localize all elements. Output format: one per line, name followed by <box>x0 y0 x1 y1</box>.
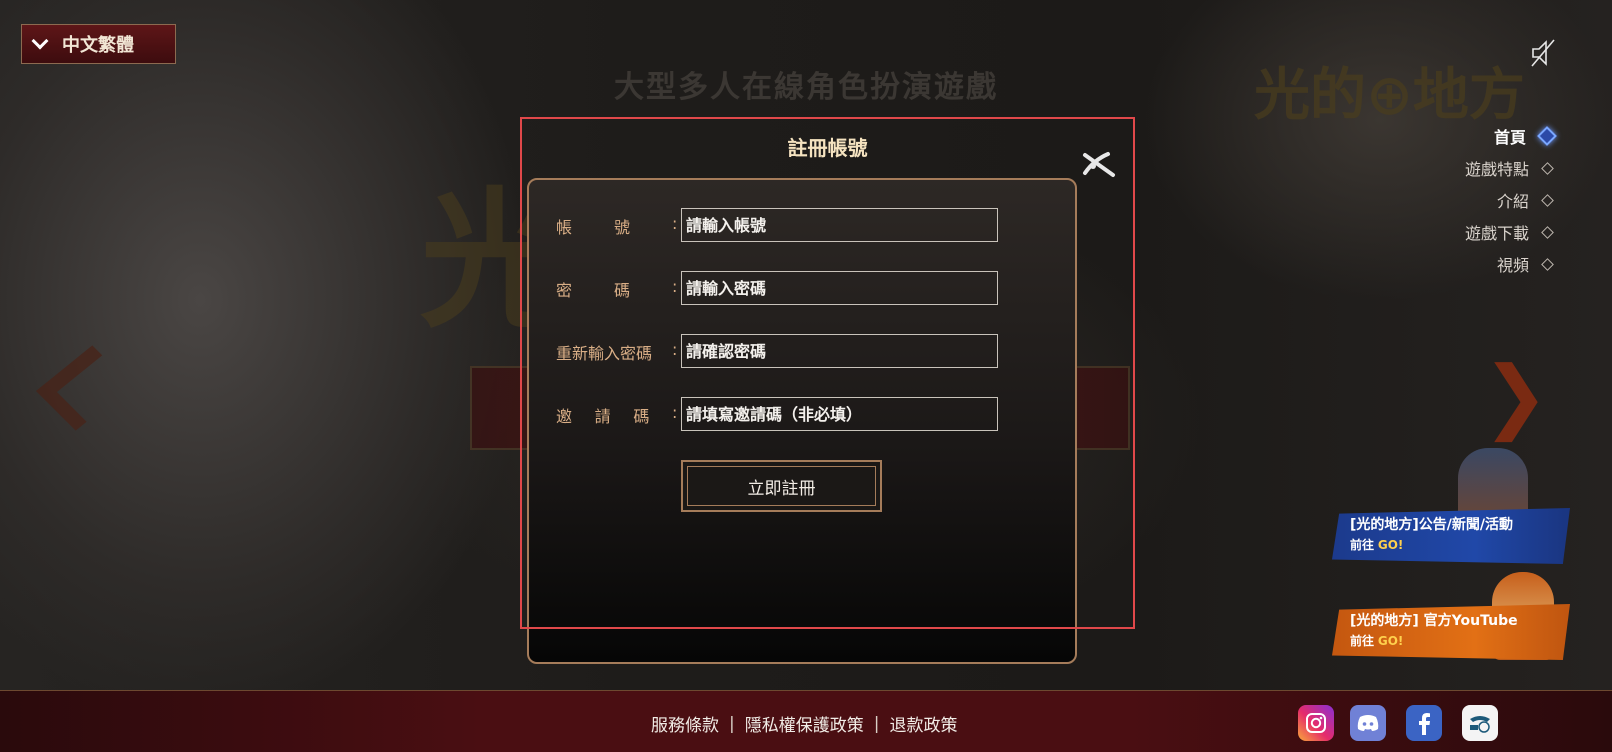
nav-item-label: 遊戲下載 <box>1464 224 1529 243</box>
nav-item-intro[interactable]: 介紹 <box>1396 184 1556 216</box>
nav-item-download[interactable]: 遊戲下載 <box>1396 216 1556 248</box>
footer-separator: | <box>729 713 735 734</box>
nav-item-label: 視頻 <box>1496 256 1529 275</box>
terms-of-service-link[interactable]: 服務條款 <box>651 711 719 736</box>
background-logo-small: 光的⊕地方 <box>1254 63 1525 128</box>
close-icon[interactable] <box>1082 150 1116 178</box>
promo-go-prefix: 前往 <box>1350 538 1375 552</box>
facebook-icon[interactable] <box>1406 705 1442 741</box>
diamond-indicator-icon <box>1541 193 1554 207</box>
diamond-indicator-icon <box>1541 257 1554 271</box>
promo-go-label: GO! <box>1377 634 1404 648</box>
nav-item-label: 首頁 <box>1493 128 1526 147</box>
footer-separator: | <box>873 713 880 734</box>
promo-title: [光的地方]公告/新聞/活動 <box>1350 517 1514 533</box>
promo-go-prefix: 前往 <box>1350 634 1375 648</box>
privacy-policy-link[interactable]: 隱私權保護政策 <box>745 711 864 736</box>
nav-item-label: 遊戲特點 <box>1464 160 1529 179</box>
promo-subtitle: 前往 GO! <box>1350 632 1570 649</box>
promo-go-label: GO! <box>1377 538 1404 552</box>
discord-icon[interactable] <box>1350 705 1386 741</box>
chevron-down-icon <box>31 32 49 50</box>
footer: 服務條款 | 隱私權保護政策 | 退款政策 <box>0 690 1612 752</box>
footer-links: 服務條款 | 隱私權保護政策 | 退款政策 <box>651 711 957 737</box>
nav-item-home[interactable]: 首頁 <box>1396 120 1557 152</box>
promo-subtitle: 前往 GO! <box>1350 536 1570 553</box>
instagram-icon[interactable] <box>1298 705 1334 741</box>
modal-title: 註冊帳號 <box>787 136 868 160</box>
side-navigation: 首頁 遊戲特點 介紹 遊戲下載 視頻 <box>1396 120 1557 280</box>
promo-youtube-banner[interactable]: [光的地方] 官方YouTube 前往 GO! <box>1332 604 1570 660</box>
language-selector[interactable]: 中文繁體 <box>21 24 176 64</box>
diamond-indicator-icon <box>1541 225 1554 239</box>
refund-policy-link[interactable]: 退款政策 <box>889 711 957 736</box>
promo-news-banner[interactable]: [光的地方]公告/新聞/活動 前往 GO! <box>1332 508 1570 564</box>
diamond-indicator-icon <box>1541 161 1554 175</box>
language-label: 中文繁體 <box>62 35 134 56</box>
carousel-next-arrow-icon[interactable]: ❯ <box>1482 356 1549 436</box>
sound-muted-icon[interactable] <box>1530 38 1556 68</box>
nav-item-video[interactable]: 視頻 <box>1396 248 1556 280</box>
carousel-prev-arrow-icon[interactable] <box>36 345 132 431</box>
nav-item-label: 介紹 <box>1496 192 1529 211</box>
promo-title: [光的地方] 官方YouTube <box>1350 613 1518 629</box>
partner-logo-icon[interactable] <box>1462 705 1498 741</box>
nav-item-features[interactable]: 遊戲特點 <box>1396 152 1556 184</box>
modal-highlight-outline <box>520 117 1135 629</box>
diamond-indicator-icon <box>1537 126 1557 146</box>
